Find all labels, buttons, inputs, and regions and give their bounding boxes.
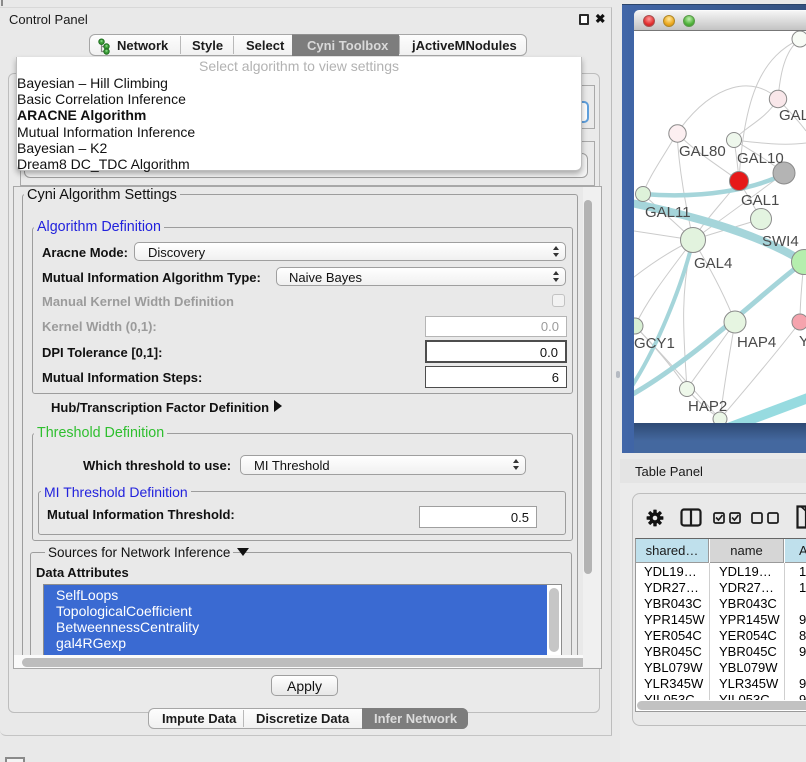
svg-text:GAL7: GAL7 <box>779 107 806 124</box>
svg-text:GAL11: GAL11 <box>645 204 691 221</box>
svg-text:GAL10: GAL10 <box>737 150 784 167</box>
svg-text:HAP4: HAP4 <box>737 334 776 351</box>
svg-text:SWI4: SWI4 <box>762 233 799 250</box>
svg-text:GAL80: GAL80 <box>679 143 726 160</box>
svg-text:YM: YM <box>799 333 806 350</box>
svg-text:GCY1: GCY1 <box>634 335 675 352</box>
svg-text:HAP2: HAP2 <box>688 398 727 415</box>
svg-text:GAL4: GAL4 <box>694 255 732 272</box>
svg-text:GAL1: GAL1 <box>741 192 779 209</box>
